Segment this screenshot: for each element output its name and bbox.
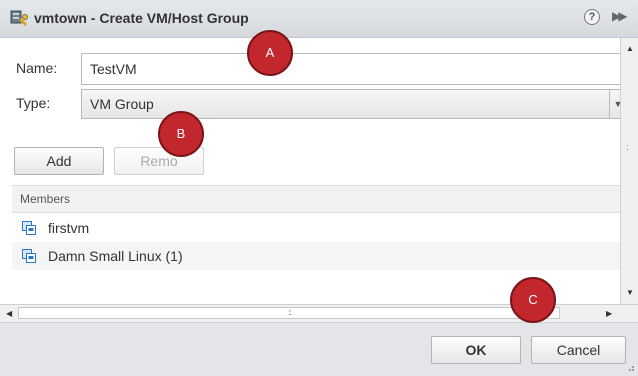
annotation-marker-b: B — [158, 111, 204, 157]
forward-icon[interactable]: ▶▶ — [612, 9, 628, 23]
scroll-down-icon[interactable]: ▼ — [626, 288, 634, 297]
vertical-scrollbar[interactable]: ▲ · · ▼ — [620, 38, 638, 304]
scroll-up-icon[interactable]: ▲ — [626, 44, 634, 53]
add-button[interactable]: Add — [14, 147, 104, 175]
resize-grip-icon[interactable] — [625, 362, 635, 372]
member-label: Damn Small Linux (1) — [48, 248, 183, 264]
annotation-marker-a: A — [247, 30, 293, 76]
cluster-settings-icon — [10, 10, 28, 27]
title-bar: vmtown - Create VM/Host Group ? ▶▶ — [0, 0, 638, 38]
name-label: Name: — [16, 60, 58, 76]
annotation-marker-c: C — [510, 277, 556, 323]
list-item[interactable]: firstvm — [12, 214, 626, 242]
member-label: firstvm — [48, 220, 90, 236]
vm-icon — [22, 249, 36, 263]
scroll-left-icon[interactable]: ◀ — [6, 309, 12, 318]
scroll-grip-icon[interactable]: :: — [288, 308, 292, 317]
list-item[interactable]: Damn Small Linux (1) — [12, 242, 626, 270]
ok-button[interactable]: OK — [431, 336, 521, 364]
scroll-right-icon[interactable]: ▶ — [606, 309, 612, 318]
cancel-button[interactable]: Cancel — [531, 336, 626, 364]
members-column-header[interactable]: Members — [12, 185, 626, 213]
dialog-title: vmtown - Create VM/Host Group — [34, 10, 249, 26]
scroll-grip-icon[interactable]: · · — [626, 142, 629, 154]
name-field[interactable]: TestVM — [81, 53, 626, 85]
vm-icon — [22, 221, 36, 235]
type-label: Type: — [16, 95, 51, 111]
help-icon[interactable]: ? — [584, 9, 600, 25]
type-select[interactable]: VM Group — [81, 89, 626, 119]
